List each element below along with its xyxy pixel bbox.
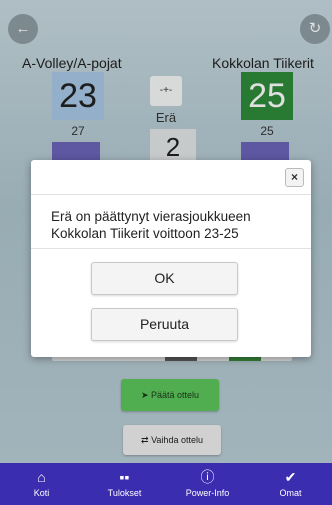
- dialog-close-button[interactable]: ×: [285, 168, 304, 187]
- bottom-nav: ⌂ Koti ▪▪ Tulokset ⓘ Power-Info ✔ Omat: [0, 463, 332, 505]
- ok-button[interactable]: OK: [91, 262, 238, 295]
- dialog-message: Erä on päättynyt vierasjoukkueen Kokkola…: [31, 195, 311, 249]
- nav-label-koti: Koti: [33, 488, 50, 498]
- nav-item-koti[interactable]: ⌂ Koti: [0, 463, 83, 505]
- nav-item-tulokset[interactable]: ▪▪ Tulokset: [83, 463, 166, 505]
- nav-item-omat[interactable]: ✔ Omat: [249, 463, 332, 505]
- info-icon: ⓘ: [200, 469, 215, 485]
- close-icon: ×: [290, 170, 298, 184]
- nav-label-power-info: Power-Info: [185, 488, 230, 498]
- scoreboard-icon: ▪▪: [119, 469, 130, 485]
- shield-check-icon: ✔: [284, 469, 297, 485]
- end-set-dialog: × Erä on päättynyt vierasjoukkueen Kokko…: [31, 160, 311, 357]
- nav-label-omat: Omat: [279, 488, 302, 498]
- nav-item-power-info[interactable]: ⓘ Power-Info: [166, 463, 249, 505]
- nav-label-tulokset: Tulokset: [107, 488, 142, 498]
- dialog-header: ×: [31, 160, 311, 195]
- home-icon: ⌂: [37, 469, 46, 485]
- cancel-button[interactable]: Peruuta: [91, 308, 238, 341]
